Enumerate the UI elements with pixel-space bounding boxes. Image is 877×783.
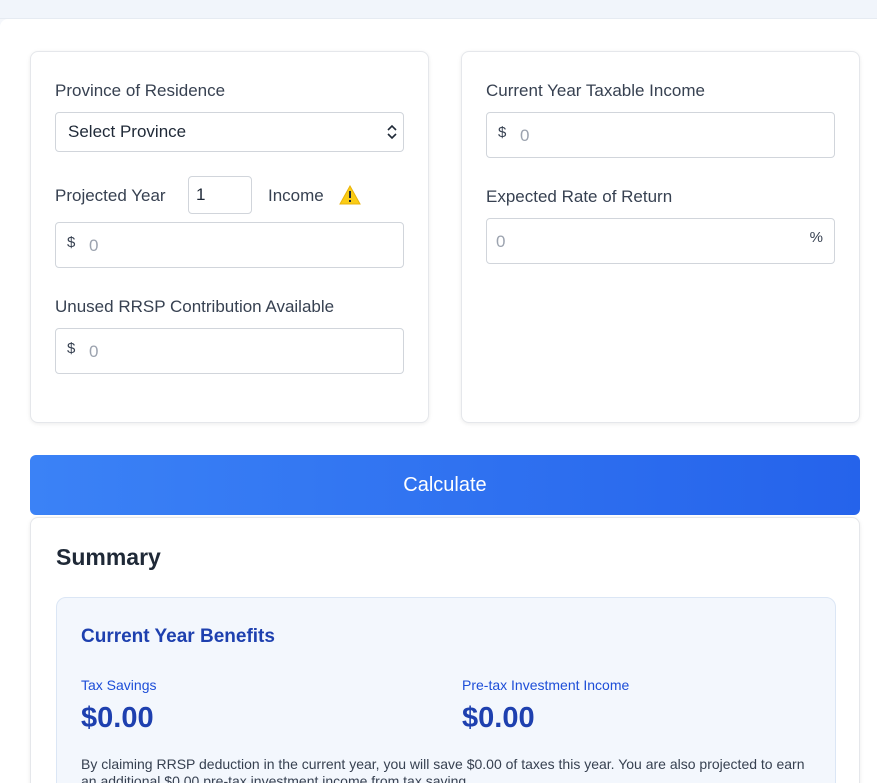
province-selected-value: Select Province [68,122,187,141]
income-label: Income [268,186,324,205]
dollar-prefix: $ [67,340,76,357]
percent-suffix: % [809,229,823,246]
benefits-title: Current Year Benefits [81,626,275,647]
rate-of-return-label: Expected Rate of Return [486,187,673,206]
projected-year-label: Projected Year [55,186,166,205]
unused-rrsp-label: Unused RRSP Contribution Available [55,297,335,316]
province-select[interactable]: Select Province [55,112,404,152]
projected-year-value: 1 [196,185,206,204]
top-header-strip [0,0,877,19]
projected-income-input[interactable]: $ 0 [55,222,404,268]
benefits-description: By claiming RRSP deduction in the curren… [81,756,805,783]
summary-card: Summary Current Year Benefits Tax Saving… [30,517,860,783]
current-year-benefits-panel: Current Year Benefits Tax Savings $0.00 … [56,597,836,783]
calculate-button[interactable]: Calculate [30,455,860,515]
province-label: Province of Residence [55,81,226,100]
pretax-income-label: Pre-tax Investment Income [462,677,630,693]
unused-rrsp-placeholder: 0 [89,342,99,361]
rate-of-return-input[interactable]: 0 % [486,218,835,264]
left-input-card: Province of Residence Select Province Pr… [30,51,429,423]
summary-title: Summary [56,544,161,570]
dollar-prefix: $ [498,124,507,141]
chevron-updown-icon [387,124,397,140]
tax-savings-label: Tax Savings [81,677,157,693]
unused-rrsp-input[interactable]: $ 0 [55,328,404,374]
current-income-placeholder: 0 [520,126,530,145]
dollar-prefix: $ [67,234,76,251]
warning-icon[interactable] [339,185,361,205]
current-income-input[interactable]: $ 0 [486,112,835,158]
projected-income-placeholder: 0 [89,236,99,255]
current-income-label: Current Year Taxable Income [486,81,705,100]
tax-savings-value: $0.00 [81,702,154,734]
pretax-income-value: $0.00 [462,702,535,734]
rate-of-return-placeholder: 0 [496,232,506,251]
projected-year-input[interactable]: 1 [188,176,252,214]
right-input-card: Current Year Taxable Income $ 0 Expected… [461,51,860,423]
